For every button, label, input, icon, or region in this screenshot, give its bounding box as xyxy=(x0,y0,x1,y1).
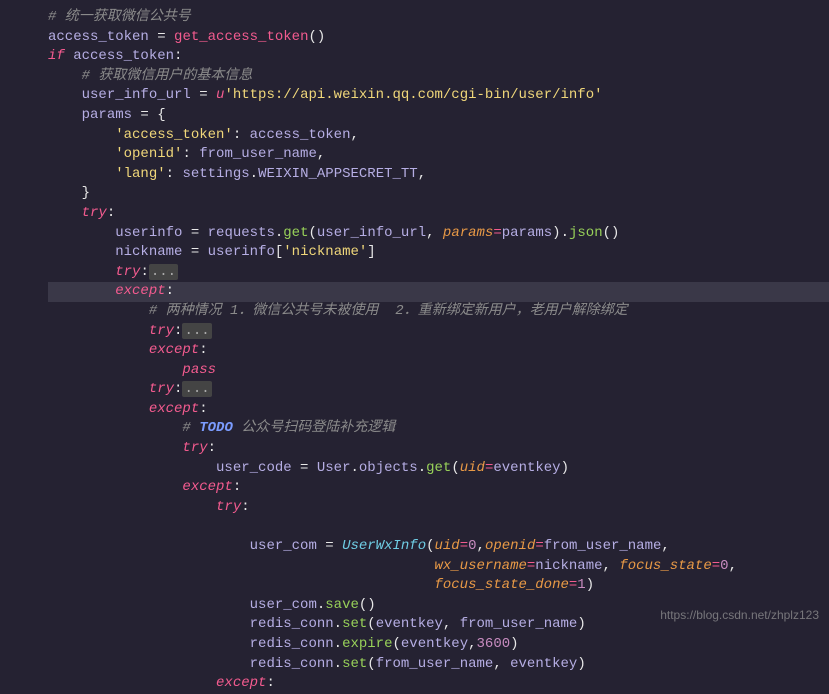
code-line: 'openid': from_user_name, xyxy=(48,145,829,165)
code-line: # 两种情况 1．微信公共号未被使用 2．重新绑定新用户，老用户解除绑定 xyxy=(48,302,829,322)
code-line: params = { xyxy=(48,106,829,126)
code-editor[interactable]: # 统一获取微信公共号 access_token = get_access_to… xyxy=(48,8,829,694)
code-line: 'lang': settings.WEIXIN_APPSECRET_TT, xyxy=(48,165,829,185)
code-line xyxy=(48,517,829,537)
code-line: except: xyxy=(48,341,829,361)
code-line: try:... xyxy=(48,322,829,342)
fold-marker[interactable]: ... xyxy=(182,323,211,339)
code-line: try:... xyxy=(48,263,829,283)
code-line: # TODO 公众号扫码登陆补充逻辑 xyxy=(48,419,829,439)
code-line: redis_conn.expire(eventkey,3600) xyxy=(48,635,829,655)
fold-marker[interactable]: ... xyxy=(149,264,178,280)
code-line: } xyxy=(48,184,829,204)
code-line: user_info_url = u'https://api.weixin.qq.… xyxy=(48,86,829,106)
code-line: except: xyxy=(48,400,829,420)
code-line: focus_state_done=1) xyxy=(48,576,829,596)
code-line: try: xyxy=(48,498,829,518)
code-line: pass xyxy=(48,361,829,381)
code-line: # 统一获取微信公共号 xyxy=(48,8,829,28)
code-line: access_token = get_access_token() xyxy=(48,28,829,48)
watermark-text: https://blog.csdn.net/zhplz123 xyxy=(660,607,819,624)
code-line: try: xyxy=(48,204,829,224)
code-line: if access_token: xyxy=(48,47,829,67)
code-line: nickname = userinfo['nickname'] xyxy=(48,243,829,263)
code-line: userinfo = requests.get(user_info_url, p… xyxy=(48,224,829,244)
code-line: wx_username=nickname, focus_state=0, xyxy=(48,557,829,577)
code-line: except: xyxy=(48,478,829,498)
code-line: # 获取微信用户的基本信息 xyxy=(48,67,829,87)
code-line: except: xyxy=(48,674,829,694)
code-line: try: xyxy=(48,439,829,459)
code-line: try:... xyxy=(48,380,829,400)
code-line: redis_conn.set(from_user_name, eventkey) xyxy=(48,655,829,675)
code-line: 'access_token': access_token, xyxy=(48,126,829,146)
code-line: user_code = User.objects.get(uid=eventke… xyxy=(48,459,829,479)
fold-marker[interactable]: ... xyxy=(182,381,211,397)
code-line: user_com = UserWxInfo(uid=0,openid=from_… xyxy=(48,537,829,557)
code-line-highlighted: except: xyxy=(48,282,829,302)
